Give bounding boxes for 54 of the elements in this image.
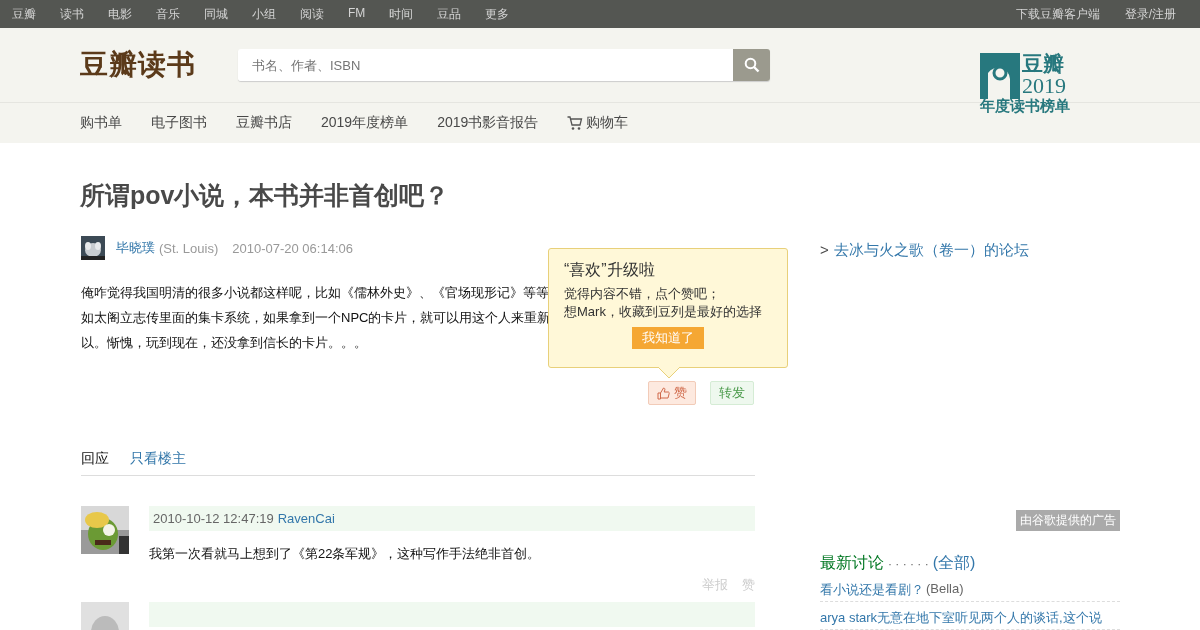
cart-link[interactable]: 购物车 [567,114,629,132]
top-nav-link[interactable]: 小组 [252,5,276,23]
top-nav-link[interactable]: 下载豆瓣客户端 [1015,5,1100,23]
comment-user-link[interactable]: RavenCai [277,511,335,526]
post-text-line: 以。惭愧，玩到现在，还没拿到信长的卡片。。。 [81,334,367,352]
badge-title: 豆瓣 [1022,53,1065,75]
top-nav-link[interactable]: FM [348,5,366,23]
search-button[interactable] [733,49,770,81]
discussion-author: (Bella) [926,581,964,598]
discussion-link[interactable]: arya stark无意在地下室听见两个人的谈话,这个说 [820,609,1102,627]
post-time: 2010-07-20 06:14:06 [232,240,353,256]
sub-nav-link[interactable]: 电子图书 [151,114,207,132]
site-logo[interactable]: 豆瓣读书 [80,46,238,84]
top-nav-link[interactable]: 同城 [204,5,228,23]
author-location: (St. Louis) [159,240,219,256]
top-nav-link[interactable]: 时间 [389,5,414,23]
sub-nav-link[interactable]: 2019年度榜单 [321,114,409,132]
tab[interactable]: 回应 [81,450,109,468]
comment-text: 我第一次看就马上想到了《第22条军规》，这种写作手法绝非首创。 [149,545,542,563]
view-all-link[interactable]: (全部) [932,553,976,574]
sub-nav-link[interactable]: 购书单 [80,114,122,132]
like-button[interactable]: 赞 [648,381,696,405]
top-nav-link[interactable]: 读书 [60,5,84,23]
forum-link[interactable]: 去冰与火之歌（卷一）的论坛 [833,241,1029,260]
top-nav-link[interactable]: 电影 [108,5,132,23]
tab[interactable]: 只看楼主 [130,450,186,468]
author-link[interactable]: 毕晓璞 [116,239,155,257]
top-nav-link[interactable]: 豆瓣 [12,5,36,23]
top-nav-link[interactable]: 豆品 [437,5,462,23]
ad-label: 由谷歌提供的广告 [1016,510,1120,531]
tooltip-title: “喜欢”升级啦 [564,261,655,279]
discussion-link[interactable]: 看小说还是看剧？ [820,581,924,599]
top-nav-link[interactable]: 更多 [485,5,510,23]
top-nav-link[interactable]: 阅读 [300,5,324,23]
topic-title: 所谓pov小说，本书并非首创吧？ [80,180,451,211]
post-text-line: 如太阁立志传里面的集卡系统，如果拿到一个NPC的卡片，就可以用这个人来重新 [81,309,551,327]
share-button[interactable]: 转发 [710,381,754,405]
tooltip-text: 想Mark，收藏到豆列是最好的选择 [564,303,762,321]
top-nav-link[interactable]: 音乐 [156,5,180,23]
badge-caption: 年度读书榜单 [980,97,1070,116]
dots-divider: · · · · · · [888,557,929,571]
section-title: 最新讨论 [820,553,884,573]
search-field[interactable]: 书名、作者、ISBN [238,49,733,81]
search-icon [743,57,760,73]
post-text-line: 俺咋觉得我国明清的很多小说都这样呢，比如《儒林外史》、《官场现形记》等等 [81,284,549,302]
tooltip-text: 觉得内容不错，点个赞吧； [564,285,720,303]
sub-nav-link[interactable]: 2019书影音报告 [437,114,539,132]
thumbs-up-icon [657,386,670,400]
cart-icon [567,115,584,131]
badge-year: 2019 [1022,75,1067,97]
top-nav-link[interactable]: 登录/注册 [1124,5,1176,23]
sub-nav-link[interactable]: 豆瓣书店 [236,114,292,132]
comment-time: 2010-10-12 12:47:19 [153,511,274,526]
arrow-prefix: > [820,241,829,260]
